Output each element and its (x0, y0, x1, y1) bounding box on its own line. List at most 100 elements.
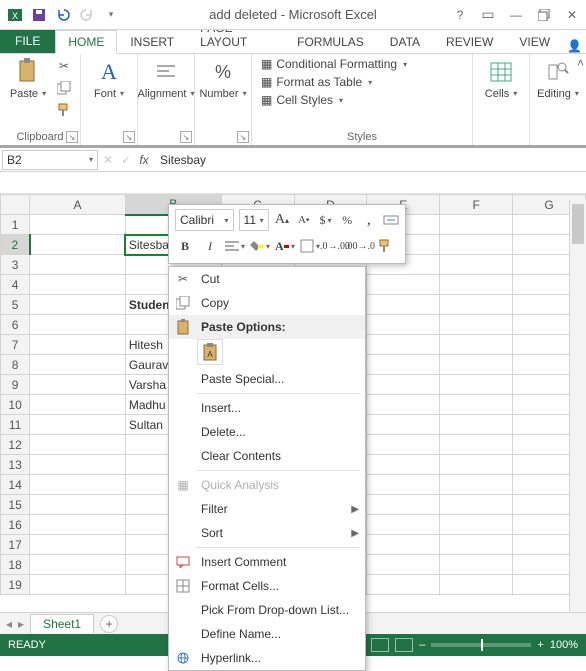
cell-F7[interactable] (440, 335, 513, 355)
alignment-dialog-launcher[interactable]: ↘ (180, 131, 192, 143)
accept-formula-icon[interactable]: ✓ (118, 153, 134, 167)
cell-A15[interactable] (30, 495, 126, 515)
excel-icon[interactable]: X (4, 4, 26, 26)
cell-F18[interactable] (440, 555, 513, 575)
cell-E16[interactable] (367, 515, 440, 535)
cell-E14[interactable] (367, 475, 440, 495)
new-sheet-button[interactable]: + (100, 615, 118, 633)
cell-A12[interactable] (30, 435, 126, 455)
row-header-16[interactable]: 16 (1, 515, 30, 535)
row-header-14[interactable]: 14 (1, 475, 30, 495)
zoom-slider[interactable] (431, 643, 531, 647)
zoom-value[interactable]: 100% (550, 639, 578, 651)
redo-icon[interactable] (76, 4, 98, 26)
mini-size-select[interactable]: 11▾ (239, 209, 269, 231)
ribbon-display-options-icon[interactable]: ▭ (474, 1, 502, 29)
cell-A10[interactable] (30, 395, 126, 415)
tab-view[interactable]: VIEW (506, 30, 563, 53)
cell-A14[interactable] (30, 475, 126, 495)
select-all-corner[interactable] (1, 195, 30, 215)
number-button[interactable]: % Number▾ (201, 56, 245, 122)
cell-E7[interactable] (367, 335, 440, 355)
tab-home[interactable]: HOME (55, 30, 117, 54)
cell-F9[interactable] (440, 375, 513, 395)
format-painter-icon[interactable] (54, 100, 74, 120)
font-button[interactable]: A Font▾ (87, 56, 131, 122)
cell-E17[interactable] (367, 535, 440, 555)
tab-data[interactable]: DATA (377, 30, 433, 53)
cell-F3[interactable] (440, 255, 513, 275)
cell-A13[interactable] (30, 455, 126, 475)
cell-A1[interactable] (30, 215, 126, 235)
fx-icon[interactable]: fx (136, 153, 152, 167)
row-header-1[interactable]: 1 (1, 215, 30, 235)
row-header-2[interactable]: 2 (1, 235, 30, 255)
cell-E18[interactable] (367, 555, 440, 575)
cm-filter[interactable]: Filter▶ (169, 497, 365, 521)
page-break-view-icon[interactable] (395, 638, 413, 652)
row-header-4[interactable]: 4 (1, 275, 30, 295)
cell-F6[interactable] (440, 315, 513, 335)
decrease-font-icon[interactable]: A▾ (295, 209, 312, 231)
cell-A7[interactable] (30, 335, 126, 355)
cell-A11[interactable] (30, 415, 126, 435)
cell-styles-button[interactable]: ▦Cell Styles▾ (258, 92, 466, 108)
format-as-table-button[interactable]: ▦Format as Table▾ (258, 74, 466, 90)
editing-button[interactable]: Editing▾ (536, 56, 580, 122)
cell-A2[interactable] (30, 235, 126, 255)
cell-E8[interactable] (367, 355, 440, 375)
alignment-button[interactable]: Alignment▾ (144, 56, 188, 122)
minimize-button[interactable]: — (502, 1, 530, 29)
row-header-7[interactable]: 7 (1, 335, 30, 355)
cm-insert[interactable]: Insert... (169, 396, 365, 420)
cell-E6[interactable] (367, 315, 440, 335)
copy-icon[interactable] (54, 78, 74, 98)
tab-insert[interactable]: INSERT (117, 30, 187, 53)
cm-cut[interactable]: ✂Cut (169, 267, 365, 291)
cell-F11[interactable] (440, 415, 513, 435)
row-header-12[interactable]: 12 (1, 435, 30, 455)
cm-clear-contents[interactable]: Clear Contents (169, 444, 365, 468)
cm-paste-special[interactable]: Paste Special... (169, 367, 365, 391)
collapse-ribbon-icon[interactable]: ˄ (577, 56, 584, 70)
row-header-3[interactable]: 3 (1, 255, 30, 275)
cell-F5[interactable] (440, 295, 513, 315)
row-header-11[interactable]: 11 (1, 415, 30, 435)
row-header-8[interactable]: 8 (1, 355, 30, 375)
mini-font-select[interactable]: Calibri▾ (175, 209, 234, 231)
cm-format-cells[interactable]: Format Cells... (169, 574, 365, 598)
cell-A9[interactable] (30, 375, 126, 395)
row-header-15[interactable]: 15 (1, 495, 30, 515)
cells-button[interactable]: Cells▾ (479, 56, 523, 122)
cell-A5[interactable] (30, 295, 126, 315)
increase-decimal-icon[interactable]: .0→.00 (325, 235, 345, 257)
cell-F14[interactable] (440, 475, 513, 495)
row-header-13[interactable]: 13 (1, 455, 30, 475)
cm-hyperlink[interactable]: Hyperlink... (169, 646, 365, 670)
cell-F16[interactable] (440, 515, 513, 535)
qat-dropdown-icon[interactable]: ▾ (100, 4, 122, 26)
cell-F2[interactable] (440, 235, 513, 255)
increase-font-icon[interactable]: A▴ (274, 209, 291, 231)
cell-A16[interactable] (30, 515, 126, 535)
sheet-nav-next[interactable]: ▸ (18, 617, 24, 631)
cm-copy[interactable]: Copy (169, 291, 365, 315)
fill-color-icon[interactable]: ▾ (250, 235, 270, 257)
sheet-nav-prev[interactable]: ◂ (6, 617, 12, 631)
row-header-5[interactable]: 5 (1, 295, 30, 315)
cell-E19[interactable] (367, 575, 440, 595)
cm-sort[interactable]: Sort▶ (169, 521, 365, 545)
column-header-A[interactable]: A (30, 195, 126, 215)
cell-F4[interactable] (440, 275, 513, 295)
cell-A8[interactable] (30, 355, 126, 375)
cell-A6[interactable] (30, 315, 126, 335)
tab-formulas[interactable]: FORMULAS (284, 30, 377, 53)
row-header-10[interactable]: 10 (1, 395, 30, 415)
merge-center-icon[interactable] (382, 209, 399, 231)
cell-A4[interactable] (30, 275, 126, 295)
formula-bar[interactable]: Sitesbay (154, 153, 584, 167)
zoom-out-button[interactable]: – (419, 639, 425, 651)
row-header-6[interactable]: 6 (1, 315, 30, 335)
cell-F10[interactable] (440, 395, 513, 415)
cut-icon[interactable]: ✂ (54, 56, 74, 76)
